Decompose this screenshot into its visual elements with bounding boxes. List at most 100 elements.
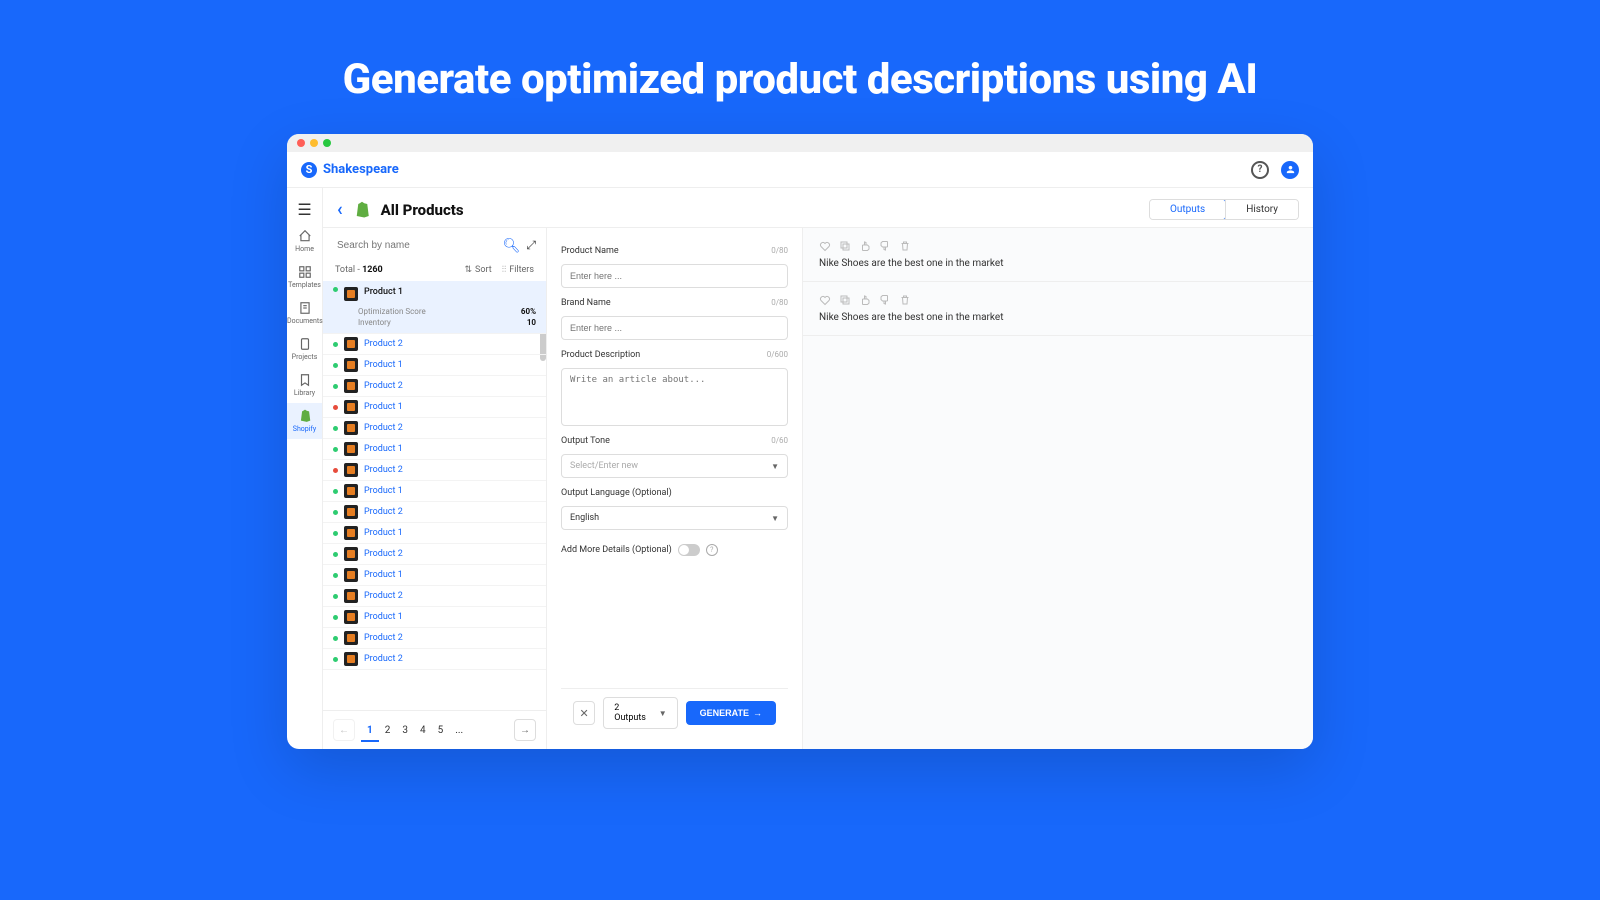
sidebar-item-home[interactable]: Home <box>287 223 322 259</box>
status-dot-icon <box>333 531 338 536</box>
search-icon[interactable]: 🔍︎ <box>503 238 521 254</box>
product-row[interactable]: Product 1 <box>323 397 546 418</box>
tone-label: Output Tone <box>561 436 610 446</box>
status-dot-icon <box>333 342 338 347</box>
status-dot-icon <box>333 636 338 641</box>
status-dot-icon <box>333 552 338 557</box>
product-details: Optimization Score60% Inventory10 <box>333 307 536 327</box>
product-name: Product 1 <box>364 570 536 580</box>
page-number[interactable]: 1 <box>361 721 379 742</box>
product-thumb <box>344 421 358 435</box>
thumbs-up-icon[interactable] <box>859 294 871 306</box>
product-row[interactable]: Product 1 <box>323 481 546 502</box>
product-name: Product 1 <box>364 486 536 496</box>
status-dot-icon <box>333 468 338 473</box>
product-row[interactable]: Product 2 <box>323 544 546 565</box>
trash-icon[interactable] <box>899 240 911 252</box>
status-dot-icon <box>333 405 338 410</box>
expand-icon[interactable]: ⤢ <box>526 238 536 253</box>
product-row[interactable]: Product 1 <box>323 439 546 460</box>
tab-history[interactable]: History <box>1225 200 1298 219</box>
product-name: Product 2 <box>364 423 536 433</box>
product-thumb <box>344 652 358 666</box>
tab-outputs[interactable]: Outputs <box>1149 199 1226 220</box>
avatar[interactable] <box>1281 161 1299 179</box>
app-window: S Shakespeare ? ☰ Home Templates Documen… <box>287 134 1313 749</box>
tone-select[interactable]: Select/Enter new▼ <box>561 454 788 478</box>
heart-icon[interactable] <box>819 294 831 306</box>
language-select[interactable]: English▼ <box>561 506 788 530</box>
product-name: Product 2 <box>364 549 536 559</box>
product-row[interactable]: Product 2 <box>323 418 546 439</box>
heart-icon[interactable] <box>819 240 831 252</box>
thumbs-down-icon[interactable] <box>879 240 891 252</box>
product-name: Product 2 <box>364 591 536 601</box>
filters-button[interactable]: ⫶⫶ Filters <box>502 265 534 275</box>
copy-icon[interactable] <box>839 240 851 252</box>
brand[interactable]: S Shakespeare <box>301 162 399 178</box>
product-list[interactable]: Product 1 Optimization Score60% Inventor… <box>323 281 546 710</box>
status-dot-icon <box>333 594 338 599</box>
help-icon[interactable]: ? <box>1251 161 1269 179</box>
status-dot-icon <box>333 447 338 452</box>
page-number[interactable]: ... <box>449 721 469 740</box>
product-thumb <box>344 287 358 301</box>
product-name: Product 1 <box>364 612 536 622</box>
sidebar: ☰ Home Templates Documents Projects Libr… <box>287 188 323 749</box>
product-thumb <box>344 631 358 645</box>
product-row[interactable]: Product 1 <box>323 607 546 628</box>
product-row[interactable]: Product 1 <box>323 565 546 586</box>
product-row[interactable]: Product 2 <box>323 502 546 523</box>
product-row[interactable]: Product 1 Optimization Score60% Inventor… <box>323 281 546 334</box>
clear-button[interactable]: ✕ <box>573 701 595 725</box>
sort-button[interactable]: ⇅ Sort <box>464 265 491 275</box>
page-next[interactable]: → <box>514 719 536 741</box>
close-dot-icon[interactable] <box>297 139 305 147</box>
pagination: ← 12345... → <box>323 710 546 749</box>
status-dot-icon <box>333 489 338 494</box>
generate-button[interactable]: GENERATE → <box>686 701 776 725</box>
back-button[interactable]: ‹ <box>337 199 343 220</box>
sidebar-item-shopify[interactable]: Shopify <box>287 403 322 439</box>
sidebar-item-documents[interactable]: Documents <box>287 295 322 331</box>
thumbs-down-icon[interactable] <box>879 294 891 306</box>
thumbs-up-icon[interactable] <box>859 240 871 252</box>
sidebar-item-templates[interactable]: Templates <box>287 259 322 295</box>
page-number[interactable]: 2 <box>379 721 397 740</box>
page-number[interactable]: 4 <box>414 721 432 740</box>
product-row[interactable]: Product 2 <box>323 334 546 355</box>
status-dot-icon <box>333 426 338 431</box>
product-row[interactable]: Product 2 <box>323 586 546 607</box>
page-prev[interactable]: ← <box>333 719 355 741</box>
product-row[interactable]: Product 1 <box>323 355 546 376</box>
product-name: Product 1 <box>364 528 536 538</box>
product-row[interactable]: Product 1 <box>323 523 546 544</box>
help-icon[interactable]: ? <box>706 544 718 556</box>
product-row[interactable]: Product 2 <box>323 649 546 670</box>
copy-icon[interactable] <box>839 294 851 306</box>
trash-icon[interactable] <box>899 294 911 306</box>
status-dot-icon <box>333 363 338 368</box>
maximize-dot-icon[interactable] <box>323 139 331 147</box>
hero-title: Generate optimized product descriptions … <box>0 55 1600 104</box>
details-toggle[interactable] <box>678 544 700 556</box>
sidebar-item-library[interactable]: Library <box>287 367 322 403</box>
product-row[interactable]: Product 2 <box>323 376 546 397</box>
product-name: Product 1 <box>364 287 536 297</box>
status-dot-icon <box>333 573 338 578</box>
outputs-count less-select[interactable]: 2 Outputs▼ <box>603 697 677 729</box>
product-thumb <box>344 400 358 414</box>
product-name: Product 2 <box>364 507 536 517</box>
product-row[interactable]: Product 2 <box>323 460 546 481</box>
brand-name-input[interactable] <box>561 316 788 340</box>
product-row[interactable]: Product 2 <box>323 628 546 649</box>
minimize-dot-icon[interactable] <box>310 139 318 147</box>
product-name-input[interactable] <box>561 264 788 288</box>
menu-icon[interactable]: ☰ <box>287 196 322 223</box>
page-number[interactable]: 3 <box>396 721 414 740</box>
search-input[interactable] <box>333 236 497 255</box>
sidebar-item-projects[interactable]: Projects <box>287 331 322 367</box>
language-label: Output Language (Optional) <box>561 488 672 498</box>
description-input[interactable] <box>561 368 788 426</box>
page-number[interactable]: 5 <box>432 721 450 740</box>
